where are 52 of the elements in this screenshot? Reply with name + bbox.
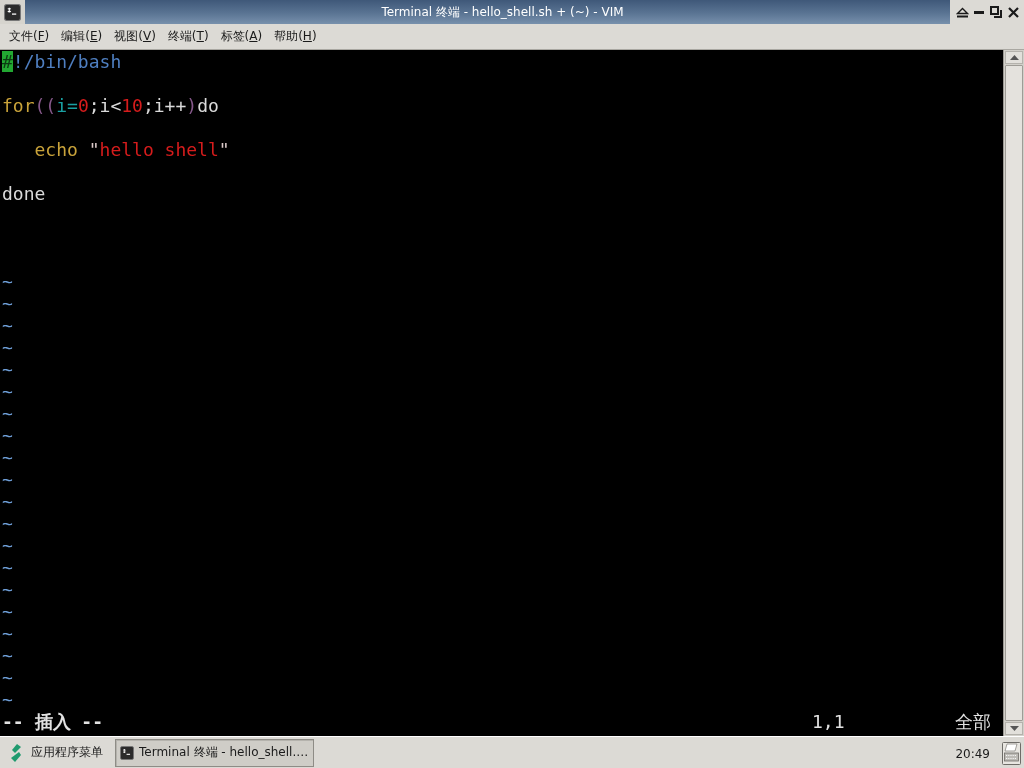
- mode-indicator: -- 插入 --: [2, 711, 104, 733]
- shade-button[interactable]: [955, 5, 969, 19]
- empty-line-marker: ~: [2, 579, 13, 601]
- empty-line-marker: ~: [2, 293, 13, 315]
- code-line: echo "hello shell": [33, 139, 230, 161]
- empty-line-marker: ~: [2, 271, 13, 293]
- empty-line-marker: ~: [2, 381, 13, 403]
- up-arrow-icon: [1009, 55, 1019, 60]
- scroll-up-button[interactable]: [1005, 51, 1023, 64]
- minimize-icon: [974, 10, 984, 14]
- code-line: for((i=0;i<10;i++)do: [2, 95, 219, 117]
- menu-item[interactable]: 终端(T): [161, 26, 215, 47]
- taskbar-window-button[interactable]: Terminal 终端 - hello_shell.…: [115, 738, 314, 767]
- empty-line-marker: ~: [2, 425, 13, 447]
- empty-line-marker: ~: [2, 601, 13, 623]
- empty-line-marker: ~: [2, 689, 13, 711]
- restore-icon: [990, 6, 1002, 18]
- empty-line-marker: ~: [2, 667, 13, 689]
- menu-item[interactable]: 标签(A): [214, 26, 269, 47]
- leaf-icon: [10, 743, 22, 762]
- close-button[interactable]: [1006, 5, 1020, 19]
- menu-item[interactable]: 编辑(E): [55, 26, 109, 47]
- window-title: Terminal 终端 - hello_shell.sh + (~) - VIM: [381, 3, 624, 21]
- empty-line-marker: ~: [2, 315, 13, 337]
- menu-item[interactable]: 视图(V): [108, 26, 162, 47]
- empty-line-marker: ~: [2, 469, 13, 491]
- empty-line-marker: ~: [2, 645, 13, 667]
- empty-line-marker: ~: [2, 359, 13, 381]
- menu-item[interactable]: 帮助(H): [268, 26, 323, 47]
- code-line: done: [2, 183, 46, 205]
- terminal-icon: [120, 745, 134, 760]
- scrollbar-thumb[interactable]: [1005, 65, 1023, 721]
- cursor-position: 1,1: [812, 711, 846, 733]
- empty-line-marker: ~: [2, 557, 13, 579]
- clock-text: 20:49: [955, 747, 990, 761]
- code-line: #!/bin/bash: [2, 51, 122, 73]
- app-menu-button[interactable]: 应用程序菜单: [6, 739, 107, 766]
- empty-line-marker: ~: [2, 337, 13, 359]
- restore-button[interactable]: [989, 5, 1003, 19]
- scroll-down-button[interactable]: [1005, 722, 1023, 735]
- empty-line-marker: ~: [2, 535, 13, 557]
- empty-line-marker: ~: [2, 623, 13, 645]
- menu-item[interactable]: 文件(F): [3, 26, 56, 47]
- empty-line-marker: ~: [2, 513, 13, 535]
- empty-line-marker: ~: [2, 447, 13, 469]
- close-icon: [1007, 6, 1019, 18]
- empty-line-marker: ~: [2, 403, 13, 425]
- empty-line-marker: ~: [2, 491, 13, 513]
- eject-icon: [955, 6, 969, 18]
- terminal-icon: [4, 3, 21, 21]
- down-arrow-icon: [1009, 726, 1019, 731]
- scroll-position: 全部: [955, 711, 991, 733]
